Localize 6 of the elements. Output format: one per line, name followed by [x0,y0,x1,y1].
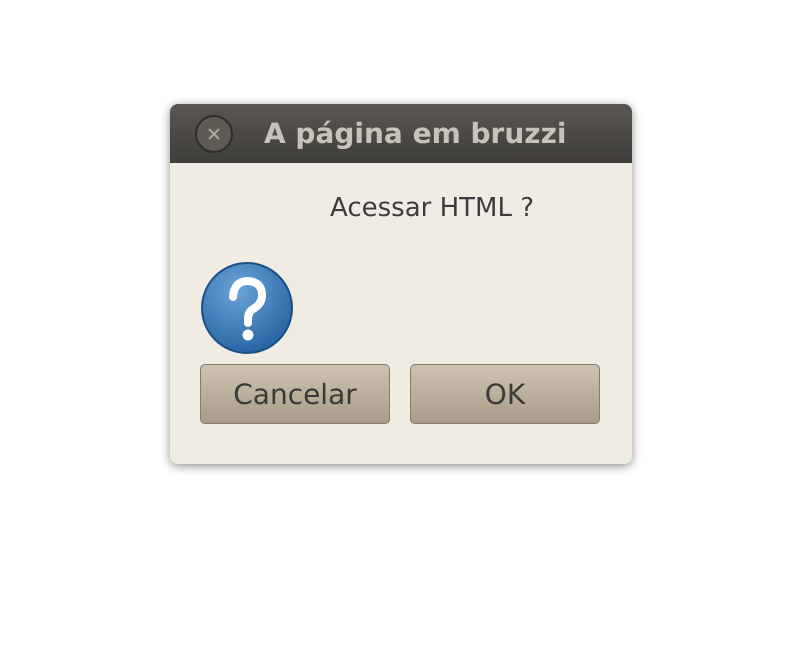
ok-button[interactable]: OK [410,364,600,424]
question-icon [200,261,294,355]
dialog-message: Acessar HTML ? [330,193,534,225]
window-title: A página em bruzzi [264,117,566,150]
close-icon[interactable] [194,114,234,154]
cancel-button[interactable]: Cancelar [200,364,390,424]
